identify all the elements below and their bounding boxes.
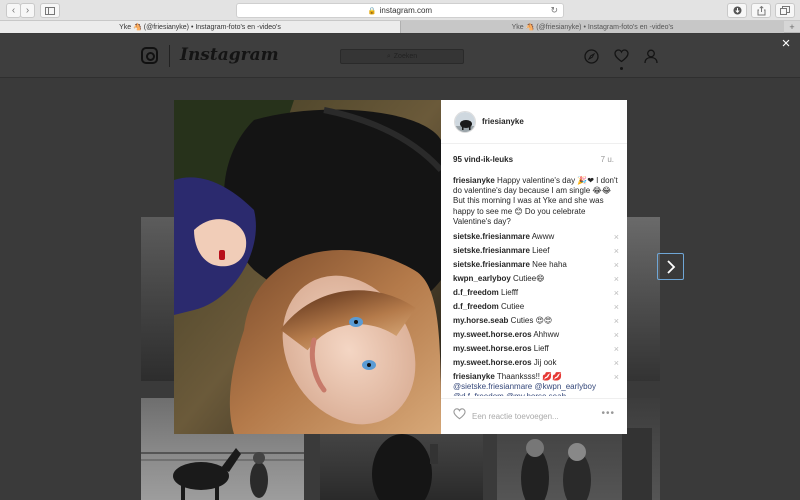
comment-text: Lieef	[532, 246, 550, 256]
avatar[interactable]	[454, 111, 476, 133]
search-input[interactable]: ⌕ Zoeken	[340, 49, 464, 64]
remove-comment-icon[interactable]: ×	[614, 344, 619, 354]
address-bar[interactable]: 🔒 instagram.com ↻	[236, 3, 564, 18]
reload-icon[interactable]: ↻	[550, 5, 558, 16]
comment-username[interactable]: my.sweet.horse.eros	[453, 330, 532, 339]
comment-text: Lieff	[533, 344, 549, 354]
comment-text: Awww	[531, 232, 555, 242]
comment: d.f_freedom Cutiee ×	[453, 302, 619, 316]
comment-text: Cuties 😍😍	[510, 316, 553, 326]
tabs-overview-button[interactable]	[775, 3, 795, 18]
comment-username[interactable]: d.f_freedom	[453, 302, 499, 311]
notification-dot	[620, 67, 623, 70]
instagram-header: Instagram ⌕ Zoeken	[0, 34, 800, 78]
forward-button[interactable]: ›	[20, 3, 35, 18]
comment: sietske.friesianmare Lieef ×	[453, 246, 619, 260]
instagram-wordmark[interactable]: Instagram	[180, 45, 279, 65]
chevron-right-icon: ›	[25, 5, 30, 16]
comment-text: Liefff	[501, 288, 519, 298]
post-header: friesianyke	[441, 100, 627, 144]
close-modal-button[interactable]: ×	[779, 36, 793, 52]
comment-username[interactable]: sietske.friesianmare	[453, 232, 530, 241]
remove-comment-icon[interactable]: ×	[614, 288, 619, 298]
chevron-left-icon: ‹	[11, 5, 16, 16]
remove-comment-icon[interactable]: ×	[614, 372, 619, 382]
comment: my.horse.seab Cuties 😍😍 ×	[453, 316, 619, 330]
post-details-panel: friesianyke 95 vind-ik-leuks 7 u. friesi…	[441, 100, 627, 434]
comment-text: Cutiee	[501, 302, 525, 312]
comment-input[interactable]	[472, 410, 592, 422]
comment-username[interactable]: my.sweet.horse.eros	[453, 358, 532, 367]
grid-photo-bottom-2[interactable]	[320, 434, 483, 500]
comment-username[interactable]: sietske.friesianmare	[453, 246, 530, 255]
browser-toolbar: ‹ › 🔒 instagram.com ↻	[0, 0, 800, 21]
comment-text: Ahhww	[533, 330, 560, 340]
comment-username[interactable]: d.f_freedom	[453, 288, 499, 297]
caption-username[interactable]: friesianyke	[453, 176, 495, 185]
likes-count[interactable]: 95 vind-ik-leuks	[453, 155, 513, 164]
comment-text: Nee haha	[532, 260, 567, 270]
back-button[interactable]: ‹	[6, 3, 21, 18]
download-icon	[733, 6, 741, 15]
post-time: 7 u.	[600, 155, 614, 164]
post-username[interactable]: friesianyke	[482, 117, 524, 126]
sidebar-button[interactable]	[40, 3, 60, 18]
share-icon	[757, 5, 765, 15]
remove-comment-icon[interactable]: ×	[614, 330, 619, 340]
comments-list[interactable]: friesianyke Happy valentine's day 🎉❤ I d…	[453, 176, 619, 396]
header-divider	[169, 45, 170, 67]
sidebar-icon	[45, 6, 55, 15]
tab-inactive[interactable]: Yke 🐴 (@friesianyke) • Instagram-foto's …	[400, 21, 784, 33]
comment-composer: •••	[441, 398, 627, 434]
post-photo[interactable]	[174, 100, 441, 434]
activity-heart-icon[interactable]	[614, 49, 629, 70]
comment: my.sweet.horse.eros Lieff ×	[453, 344, 619, 358]
new-tab-button[interactable]: +	[784, 21, 800, 33]
comment: my.sweet.horse.eros Ahhww ×	[453, 330, 619, 344]
comment-username[interactable]: my.horse.seab	[453, 316, 508, 325]
comment: d.f_freedom Liefff ×	[453, 288, 619, 302]
remove-comment-icon[interactable]: ×	[614, 274, 619, 284]
remove-comment-icon[interactable]: ×	[614, 232, 619, 242]
comment-username[interactable]: my.sweet.horse.eros	[453, 344, 532, 353]
search-placeholder: Zoeken	[393, 53, 418, 60]
profile-icon[interactable]	[644, 49, 658, 67]
chevron-right-icon	[666, 259, 675, 274]
remove-comment-icon[interactable]: ×	[614, 260, 619, 270]
downloads-button[interactable]	[727, 3, 747, 18]
tabs-icon	[780, 6, 790, 15]
remove-comment-icon[interactable]: ×	[614, 316, 619, 326]
lock-icon: 🔒	[367, 7, 377, 15]
explore-icon[interactable]	[584, 49, 599, 67]
share-button[interactable]	[751, 3, 771, 18]
url-text: instagram.com	[379, 6, 433, 15]
comment-username[interactable]: sietske.friesianmare	[453, 260, 530, 269]
next-post-button[interactable]	[657, 253, 684, 280]
comment-text: Jij ook	[533, 358, 557, 368]
comment: friesianyke Thaanksss!! 💋💋 @sietske.frie…	[453, 372, 619, 396]
instagram-camera-icon[interactable]	[141, 47, 158, 64]
more-options-icon[interactable]: •••	[601, 408, 615, 419]
remove-comment-icon[interactable]: ×	[614, 358, 619, 368]
comment-username[interactable]: friesianyke	[453, 372, 495, 381]
remove-comment-icon[interactable]: ×	[614, 302, 619, 312]
tab-active[interactable]: Yke 🐴 (@friesianyke) • Instagram-foto's …	[0, 21, 400, 33]
grid-photo-left[interactable]	[141, 217, 174, 381]
post-photo-image	[174, 100, 441, 434]
remove-comment-icon[interactable]: ×	[614, 246, 619, 256]
comment-text: Cutiee😄	[513, 274, 545, 284]
comment: kwpn_earlyboy Cutiee😄 ×	[453, 274, 619, 288]
grid-photo-right[interactable]	[627, 217, 660, 381]
like-heart-icon[interactable]	[453, 408, 466, 423]
comment: my.sweet.horse.eros Jij ook ×	[453, 358, 619, 372]
comment-username[interactable]: kwpn_earlyboy	[453, 274, 511, 283]
comment-text: Thaanksss!! 💋💋	[496, 372, 563, 382]
comment: sietske.friesianmare Awww ×	[453, 232, 619, 246]
comment-mentions[interactable]: @sietske.friesianmare @kwpn_earlyboy @d.…	[453, 382, 596, 396]
post-caption: friesianyke Happy valentine's day 🎉❤ I d…	[453, 176, 619, 227]
search-icon: ⌕	[386, 52, 391, 60]
tab-bar: Yke 🐴 (@friesianyke) • Instagram-foto's …	[0, 21, 800, 33]
comment: sietske.friesianmare Nee haha ×	[453, 260, 619, 274]
